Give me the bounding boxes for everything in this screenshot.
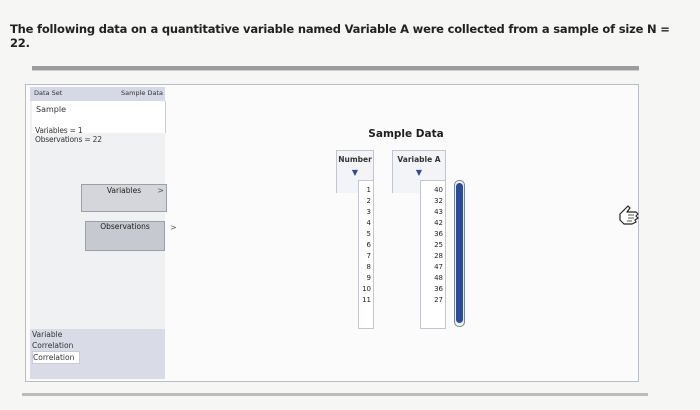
table-cell: 36 <box>434 230 443 238</box>
table-cell: 7 <box>366 252 371 260</box>
variable-header-label: Variable A <box>397 155 441 164</box>
table-cell: 36 <box>434 285 443 293</box>
chevron-right-icon: > <box>157 186 164 195</box>
table-cell: 42 <box>434 219 443 227</box>
chevron-right-icon: > <box>170 223 177 232</box>
table-cell: 28 <box>434 252 443 260</box>
table-cell: 10 <box>362 285 371 293</box>
tab-sample-data[interactable]: Sample Data <box>121 89 163 97</box>
observations-button-label: Observations <box>100 222 150 231</box>
table-title: Sample Data <box>368 128 444 140</box>
table-cell: 3 <box>366 208 371 216</box>
table-cell: 2 <box>366 197 371 205</box>
table-cell: 11 <box>362 296 371 304</box>
hand-cursor-icon <box>619 205 639 225</box>
table-cell: 1 <box>366 186 371 194</box>
vertical-scrollbar[interactable] <box>454 180 465 327</box>
list-item-correlation-selected[interactable]: Correlation <box>32 351 80 364</box>
tab-data-set[interactable]: Data Set <box>34 89 62 97</box>
sort-down-icon[interactable]: ▼ <box>337 168 373 177</box>
variable-a-column: 40 32 43 42 36 25 28 47 48 36 27 <box>420 180 446 329</box>
number-column: 1 2 3 4 5 6 7 8 9 10 11 <box>358 180 374 329</box>
table-cell: 9 <box>366 274 371 282</box>
table-cell: 8 <box>366 263 371 271</box>
variables-button-label: Variables <box>106 186 142 195</box>
dataset-name: Sample <box>36 105 66 114</box>
scrollbar-thumb[interactable] <box>456 183 463 323</box>
variables-button[interactable]: Variables > <box>81 184 167 212</box>
table-cell: 4 <box>366 219 371 227</box>
table-cell: 43 <box>434 208 443 216</box>
observations-count: Observations = 22 <box>35 135 102 144</box>
sidebar-list: Variable Correlation Correlation <box>32 329 80 364</box>
sidebar-list-panel: Variable Correlation Correlation <box>30 329 165 379</box>
number-header-label: Number <box>338 155 372 164</box>
table-cell: 27 <box>434 296 443 304</box>
list-item-variable[interactable]: Variable <box>32 329 80 340</box>
list-item-correlation[interactable]: Correlation <box>32 340 80 351</box>
table-cell: 48 <box>434 274 443 282</box>
top-divider <box>32 66 639 71</box>
question-text: The following data on a quantitative var… <box>10 22 670 50</box>
table-cell: 47 <box>434 263 443 271</box>
bottom-divider <box>22 393 648 396</box>
dataset-info: Variables = 1 Observations = 22 <box>35 125 102 145</box>
table-cell: 40 <box>434 186 443 194</box>
table-cell: 6 <box>366 241 371 249</box>
sidebar-tabs: Data Set Sample Data <box>30 87 165 101</box>
sort-down-icon[interactable]: ▼ <box>393 168 445 177</box>
sidebar: Data Set Sample Data Sample Variables = … <box>30 87 177 379</box>
observations-button[interactable]: Observations <box>85 221 165 251</box>
table-cell: 25 <box>434 241 443 249</box>
table-cell: 32 <box>434 197 443 205</box>
table-cell: 5 <box>366 230 371 238</box>
